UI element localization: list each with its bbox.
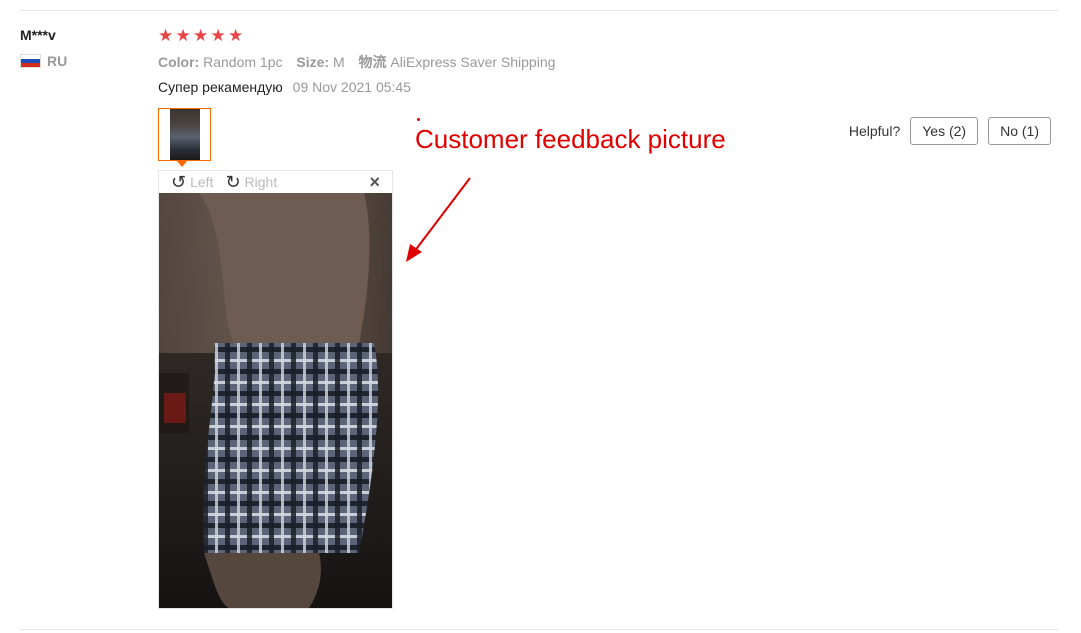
reviewer-name: M***v: [20, 27, 56, 43]
order-attributes: Color: Random 1pc Size: M 物流 AliExpress …: [158, 52, 565, 72]
rotate-left-label: Left: [190, 174, 214, 190]
rotate-left-button[interactable]: ↺ Left: [171, 173, 213, 191]
star-icon: ★: [158, 26, 174, 45]
rotate-left-icon: ↺: [171, 172, 187, 192]
russia-flag-icon: [20, 54, 41, 68]
top-divider: [20, 10, 1058, 11]
close-icon[interactable]: ×: [369, 172, 380, 193]
annotation-label: Customer feedback picture: [415, 124, 726, 154]
bottom-divider: [20, 629, 1058, 630]
star-rating: ★ ★ ★ ★ ★: [158, 27, 245, 45]
star-icon: ★: [228, 26, 244, 45]
attr-shipping-name: 物流: [358, 54, 387, 70]
rotate-right-button[interactable]: ↻ Right: [225, 173, 277, 191]
attr-size-name: Size:: [296, 54, 330, 70]
reviewer-info: M***v RU: [20, 26, 140, 69]
annotation-dot: [417, 118, 420, 121]
annotation-arrow-icon: [406, 177, 471, 262]
feedback-photo-graphic: [159, 193, 392, 608]
rotate-right-icon: ↻: [225, 172, 241, 192]
thumbnail-image: [169, 109, 200, 160]
star-icon: ★: [193, 26, 209, 45]
feedback-text: Супер рекамендую: [158, 79, 283, 95]
helpful-no-button[interactable]: No (1): [988, 117, 1051, 145]
country-code: RU: [47, 53, 68, 69]
helpful-votes: Helpful? Yes (2) No (1): [849, 117, 1051, 145]
helpful-label: Helpful?: [848, 123, 901, 139]
attr-size-value: M: [332, 54, 345, 70]
feedback-date: 09 Nov 2021 05:45: [292, 79, 411, 95]
star-icon: ★: [210, 26, 226, 45]
viewer-toolbar: ↺ Left ↻ Right ×: [159, 171, 392, 193]
attr-shipping-value: AliExpress Saver Shipping: [390, 54, 556, 70]
photo-viewer: ↺ Left ↻ Right ×: [158, 170, 393, 609]
rotate-right-label: Right: [244, 174, 278, 190]
feedback-photo-thumbnail[interactable]: [158, 108, 211, 161]
attr-color-name: Color:: [158, 54, 200, 70]
feedback-line: Супер рекамендую 09 Nov 2021 05:45: [158, 79, 411, 95]
star-icon: ★: [175, 26, 191, 45]
feedback-photo: [159, 193, 392, 608]
reviewer-country: RU: [20, 53, 140, 69]
attr-color-value: Random 1pc: [203, 54, 283, 70]
thumbnail-pointer-icon: [176, 160, 188, 167]
helpful-yes-button[interactable]: Yes (2): [910, 117, 979, 145]
